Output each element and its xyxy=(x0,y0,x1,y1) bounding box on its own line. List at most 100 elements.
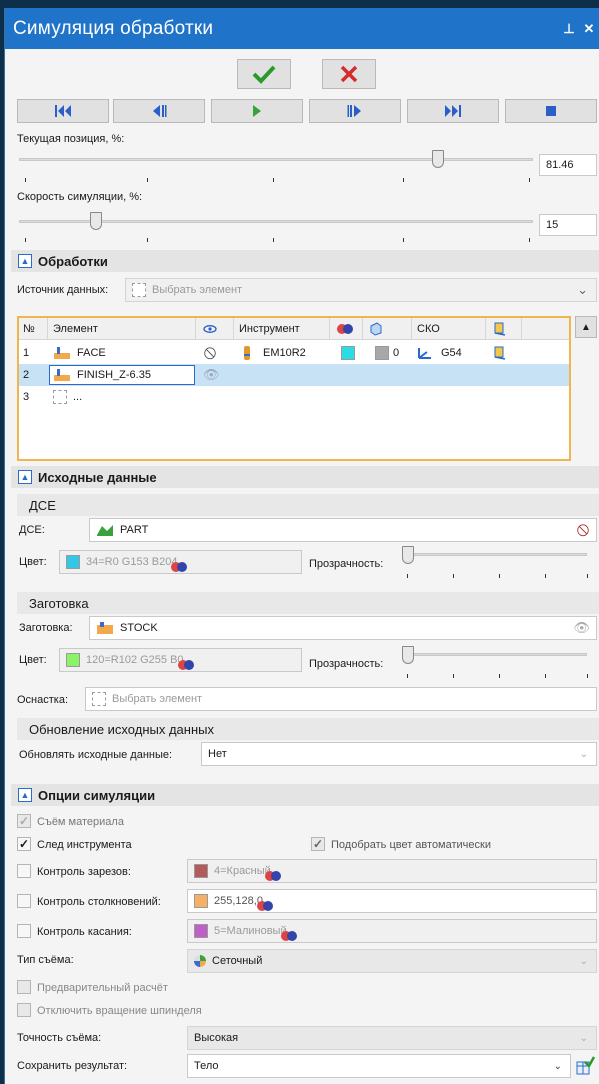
sim-options-section-header[interactable]: ▲ Опции симуляции xyxy=(11,784,599,806)
stock-group-title: Заготовка xyxy=(29,595,89,611)
hidden-eye-icon[interactable]: 🚫︎ xyxy=(203,342,217,364)
touch-control-checkbox[interactable] xyxy=(17,924,31,938)
color-picker-icon[interactable] xyxy=(256,899,275,913)
sim-options-title: Опции симуляции xyxy=(38,787,156,803)
column-header-num[interactable]: № xyxy=(23,318,35,340)
gouge-control-checkbox[interactable] xyxy=(17,864,31,878)
table-header: № Элемент Инструмент СКО xyxy=(19,318,569,340)
gouge-control-label: Контроль зарезов: xyxy=(37,866,131,878)
fixture-select[interactable]: Выбрать элемент xyxy=(85,687,597,711)
color-picker-icon[interactable] xyxy=(264,869,283,883)
removal-accuracy-label: Точность съёма: xyxy=(17,1032,102,1044)
source-select[interactable]: Выбрать элемент ⌄ xyxy=(125,278,597,302)
part-transparency-thumb[interactable] xyxy=(402,546,414,564)
stock-transparency-label: Прозрачность: xyxy=(309,658,384,670)
operations-title: Обработки xyxy=(38,253,108,269)
precalc-checkbox[interactable] xyxy=(17,980,31,994)
color-column-icon[interactable] xyxy=(337,318,355,340)
chevron-down-icon: ⌄ xyxy=(579,1032,588,1044)
select-element-icon xyxy=(132,283,146,297)
table-row[interactable]: 2 FINISH_Z-6.35 👁︎ xyxy=(19,364,569,386)
save-result-select[interactable]: Тело ⌄ xyxy=(187,1054,571,1078)
stock-transparency-thumb[interactable] xyxy=(402,646,414,664)
eye-icon[interactable]: 👁︎ xyxy=(203,364,220,386)
source-data-section-header[interactable]: ▲ Исходные данные xyxy=(11,466,599,488)
update-value: Нет xyxy=(208,748,227,760)
operation-face-icon xyxy=(53,342,71,364)
position-slider-thumb[interactable] xyxy=(431,150,444,168)
collision-color-swatch xyxy=(194,894,208,908)
tool-trace-checkbox[interactable]: ✓ xyxy=(17,837,31,851)
hidden-eye-icon[interactable]: 🚫︎ xyxy=(576,524,590,537)
color-picker-icon[interactable] xyxy=(171,560,189,574)
row-cs: G54 xyxy=(441,347,462,359)
gouge-color-field[interactable]: 4=Красный xyxy=(187,859,597,883)
cancel-button[interactable] xyxy=(322,59,376,89)
scroll-up-button[interactable]: ▲ xyxy=(575,316,597,338)
step-back-icon xyxy=(153,105,167,117)
save-result-button[interactable] xyxy=(575,1056,596,1076)
source-placeholder: Выбрать элемент xyxy=(152,284,243,296)
removal-accuracy-select[interactable]: Высокая ⌄ xyxy=(187,1026,597,1050)
material-removal-checkbox[interactable]: ✓ xyxy=(17,814,31,828)
update-select[interactable]: Нет ⌄ xyxy=(201,742,597,766)
part-label: ДСЕ: xyxy=(19,524,45,536)
update-group-title: Обновление исходных данных xyxy=(29,721,214,737)
part-field[interactable]: PART 🚫︎ xyxy=(89,518,597,542)
position-input[interactable]: 81.46 xyxy=(539,154,597,176)
title-bar: Симуляция обработки ⊥ ✕ xyxy=(5,8,599,49)
tick xyxy=(407,574,408,578)
material-removal-label: Съём материала xyxy=(37,816,124,828)
column-header-tool[interactable]: Инструмент xyxy=(239,318,300,340)
column-header-cs[interactable]: СКО xyxy=(417,318,440,340)
tick xyxy=(453,674,454,678)
row-element: FINISH_Z-6.35 xyxy=(77,369,151,381)
part-color-field[interactable]: 34=R0 G153 B204 xyxy=(59,550,302,574)
visibility-column-icon[interactable] xyxy=(203,318,217,340)
speed-tick xyxy=(529,238,530,242)
cs-visible-icon[interactable] xyxy=(493,342,507,364)
stop-button[interactable] xyxy=(505,99,597,123)
row-tool: EM10R2 xyxy=(263,347,306,359)
stock-transparency-slider[interactable] xyxy=(405,653,587,656)
row-element-cell[interactable]: FINISH_Z-6.35 xyxy=(49,365,195,385)
fast-forward-icon xyxy=(445,105,461,117)
position-slider-track[interactable] xyxy=(19,158,533,161)
collision-color-field[interactable]: 255,128,0 xyxy=(187,889,597,913)
close-icon[interactable]: ✕ xyxy=(579,21,599,37)
fast-forward-button[interactable] xyxy=(407,99,499,123)
stock-color-field[interactable]: 120=R102 G255 B0 xyxy=(59,648,302,672)
speed-slider-thumb[interactable] xyxy=(90,212,103,230)
tool-color-swatch[interactable] xyxy=(341,342,361,364)
play-button[interactable] xyxy=(211,99,303,123)
table-row[interactable]: 1 FACE 🚫︎ EM10R2 0 G54 xyxy=(19,342,569,364)
speed-input[interactable]: 15 xyxy=(539,214,597,236)
collision-control-checkbox[interactable] xyxy=(17,894,31,908)
auto-color-checkbox[interactable]: ✓ xyxy=(311,837,325,851)
part-color-swatch xyxy=(66,555,80,569)
step-back-button[interactable] xyxy=(113,99,205,123)
play-icon xyxy=(253,105,261,117)
stock-field[interactable]: STOCK 👁︎ xyxy=(89,616,597,640)
spindle-off-checkbox[interactable] xyxy=(17,1003,31,1017)
removal-type-select[interactable]: Сеточный ⌄ xyxy=(187,949,597,973)
touch-color-field[interactable]: 5=Малиновый xyxy=(187,919,597,943)
rewind-to-start-button[interactable] xyxy=(17,99,109,123)
color-picker-icon[interactable] xyxy=(280,929,299,943)
color-picker-icon[interactable] xyxy=(177,658,196,672)
cs-visibility-column-icon[interactable] xyxy=(493,318,507,340)
tool-transparency-swatch[interactable] xyxy=(375,342,395,364)
column-header-element[interactable]: Элемент xyxy=(53,318,98,340)
fixture-placeholder: Выбрать элемент xyxy=(112,693,203,705)
eye-icon[interactable]: 👁︎ xyxy=(573,620,590,636)
table-row[interactable]: 3 ... xyxy=(19,386,569,408)
step-forward-button[interactable] xyxy=(309,99,401,123)
part-transparency-slider[interactable] xyxy=(405,553,587,556)
add-element-icon[interactable] xyxy=(53,386,73,408)
transparency-column-icon[interactable] xyxy=(369,318,383,340)
chevron-up-icon: ▲ xyxy=(581,321,591,333)
pin-icon[interactable]: ⊥ xyxy=(559,21,579,37)
ok-button[interactable] xyxy=(237,59,291,89)
operations-section-header[interactable]: ▲ Обработки xyxy=(11,250,599,272)
stock-color-swatch xyxy=(66,653,80,667)
